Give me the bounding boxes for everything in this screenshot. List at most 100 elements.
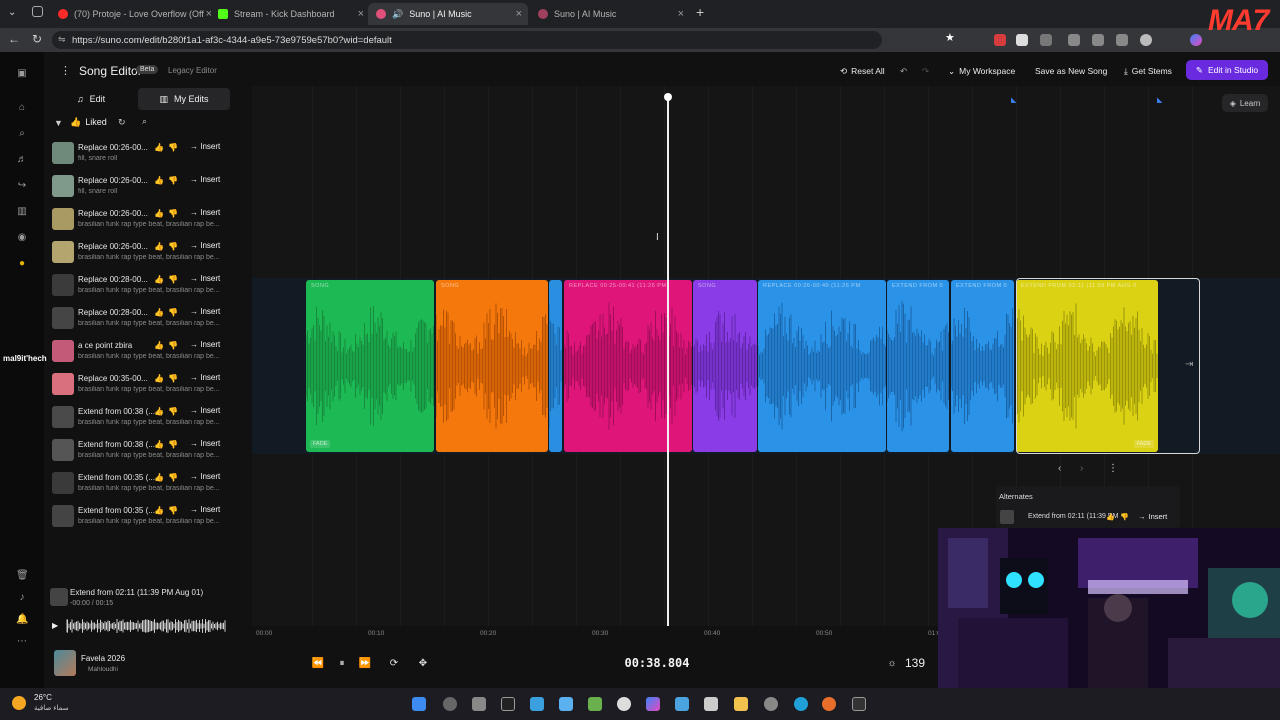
- save-as-new-song-button[interactable]: Save as New Song: [1035, 63, 1107, 79]
- rewind-icon[interactable]: ⏪: [310, 656, 326, 672]
- extend-arrow-icon[interactable]: ⇥: [1185, 359, 1193, 370]
- url-field[interactable]: ⇋ https://suno.com/edit/b280f1a1-af3c-43…: [52, 31, 882, 49]
- edit-row[interactable]: Replace 00:26-00... fill, snare roll 👍 👎 → I…: [50, 142, 228, 172]
- extension-icon[interactable]: [1016, 34, 1028, 46]
- selected-clip-outline[interactable]: ⇥: [1016, 278, 1200, 454]
- song-card[interactable]: Favela 2026 Mahloudhi: [44, 646, 232, 686]
- create-icon[interactable]: ♬: [16, 154, 28, 166]
- insert-button[interactable]: → Insert: [186, 174, 224, 185]
- thumbs-up-icon[interactable]: 👍: [154, 473, 164, 482]
- filter-icon[interactable]: ▼: [54, 118, 63, 128]
- task-view-icon[interactable]: [472, 697, 486, 711]
- reset-all-button[interactable]: ⟲ Reset All: [840, 63, 885, 79]
- audio-clip[interactable]: SONG: [693, 280, 757, 452]
- metronome-icon[interactable]: ☼: [884, 656, 900, 672]
- clip-options-icon[interactable]: ⋮: [1108, 463, 1118, 474]
- insert-button[interactable]: → Insert: [186, 339, 224, 350]
- redo-icon[interactable]: ↷: [922, 63, 929, 79]
- playhead[interactable]: [667, 96, 669, 626]
- thumbs-down-icon[interactable]: 👎: [168, 176, 178, 185]
- insert-button[interactable]: → Insert: [186, 273, 224, 284]
- alternate-insert-button[interactable]: → Insert: [1138, 512, 1167, 521]
- thumbs-up-icon[interactable]: 👍: [154, 143, 164, 152]
- edit-row[interactable]: Extend from 00:38 (... brasilian funk rap…: [50, 439, 228, 469]
- thumbs-up-icon[interactable]: 👍: [154, 506, 164, 515]
- start-icon[interactable]: [412, 697, 426, 711]
- new-tab-button[interactable]: +: [696, 4, 704, 20]
- extension-icon[interactable]: [994, 34, 1006, 46]
- edit-in-studio-button[interactable]: ✎ Edit in Studio: [1186, 60, 1268, 80]
- thumbs-up-icon[interactable]: 👍: [154, 374, 164, 383]
- app-icon[interactable]: [764, 697, 778, 711]
- thumbs-down-icon[interactable]: 👎: [168, 440, 178, 449]
- profile-avatar[interactable]: [1140, 34, 1152, 46]
- thumbs-up-icon[interactable]: 👍: [154, 275, 164, 284]
- prev-alternate-icon[interactable]: ‹: [1058, 463, 1061, 474]
- thumbs-up-icon[interactable]: 👍: [154, 440, 164, 449]
- insert-button[interactable]: → Insert: [186, 471, 224, 482]
- download-icon[interactable]: [1116, 34, 1128, 46]
- search-icon[interactable]: ⌕: [142, 116, 147, 127]
- tab-suno-active[interactable]: 🔊 Suno | AI Music ×: [368, 3, 528, 25]
- edit-row[interactable]: Replace 00:26-00... brasilian funk rap ty…: [50, 208, 228, 238]
- thumbs-down-icon[interactable]: 👎: [168, 407, 178, 416]
- audio-clip[interactable]: EXTEND FROM 0: [951, 280, 1014, 452]
- app-icon[interactable]: [588, 697, 602, 711]
- tab-youtube[interactable]: (70) Protoje - Love Overflow (Offic ×: [50, 3, 218, 25]
- trash-icon[interactable]: 🗑: [16, 570, 29, 582]
- insert-button[interactable]: → Insert: [186, 372, 224, 383]
- radio-icon[interactable]: ◉: [16, 232, 28, 244]
- close-icon[interactable]: ×: [358, 8, 364, 20]
- thumbs-down-icon[interactable]: 👎: [1120, 513, 1129, 521]
- snap-icon[interactable]: ✥: [415, 656, 431, 672]
- extension-icon[interactable]: [1040, 34, 1052, 46]
- more-icon[interactable]: ⋯: [16, 636, 28, 648]
- tab-menu-icon[interactable]: ⌄: [8, 7, 16, 18]
- audio-clip[interactable]: REPLACE 00:26-00:40 (11:26 PM: [758, 280, 886, 452]
- edge-icon[interactable]: [794, 697, 808, 711]
- file-explorer-icon[interactable]: [734, 697, 748, 711]
- pause-icon[interactable]: ⏸: [334, 656, 350, 672]
- thumbs-down-icon[interactable]: 👎: [168, 473, 178, 482]
- get-stems-button[interactable]: ⤓ Get Stems: [1124, 63, 1172, 79]
- app-icon[interactable]: [704, 697, 718, 711]
- extension-icon[interactable]: [1092, 34, 1104, 46]
- close-icon[interactable]: ×: [678, 8, 684, 20]
- app-icon[interactable]: [501, 697, 515, 711]
- edit-row[interactable]: Extend from 00:35 (... brasilian funk rap…: [50, 505, 228, 535]
- audio-clip[interactable]: SONG FADE: [306, 280, 434, 452]
- thumbs-up-icon[interactable]: 👍: [154, 308, 164, 317]
- site-info-icon[interactable]: ⇋: [58, 34, 66, 45]
- edit-row[interactable]: Extend from 00:35 (... brasilian funk rap…: [50, 472, 228, 502]
- edit-row[interactable]: Replace 00:28-00... brasilian funk rap ty…: [50, 274, 228, 304]
- insert-button[interactable]: → Insert: [186, 207, 224, 218]
- audio-clip[interactable]: REPLACE 00:25-00:41 (11:26 PM: [564, 280, 692, 452]
- credits-icon[interactable]: ●: [16, 258, 28, 270]
- edit-row[interactable]: Replace 00:28-00... brasilian funk rap ty…: [50, 307, 228, 337]
- search-icon[interactable]: [443, 697, 457, 711]
- firefox-icon[interactable]: [822, 697, 836, 711]
- app-icon[interactable]: [559, 697, 573, 711]
- thumbs-down-icon[interactable]: 👎: [168, 275, 178, 284]
- tab-suno[interactable]: Suno | AI Music ×: [530, 3, 690, 25]
- thumbs-up-icon[interactable]: 👍: [154, 242, 164, 251]
- thumbs-up-icon[interactable]: 👍: [154, 407, 164, 416]
- tab-my-edits[interactable]: ▥ My Edits: [138, 88, 230, 110]
- my-workspace-button[interactable]: ⌄ My Workspace: [948, 63, 1015, 79]
- home-icon[interactable]: ⌂: [16, 102, 28, 114]
- undo-icon[interactable]: ↶: [900, 63, 907, 79]
- refresh-icon[interactable]: ↻: [118, 117, 126, 128]
- weather-icon[interactable]: [12, 696, 26, 710]
- thumbs-up-icon[interactable]: 👍: [154, 341, 164, 350]
- mini-waveform[interactable]: [66, 619, 226, 633]
- thumbs-down-icon[interactable]: 👎: [168, 506, 178, 515]
- audio-clip[interactable]: EXTEND FROM 0: [887, 280, 949, 452]
- legacy-editor-link[interactable]: Legacy Editor: [168, 66, 217, 75]
- collapse-icon[interactable]: ▣: [16, 68, 28, 80]
- insert-button[interactable]: → Insert: [186, 438, 224, 449]
- back-icon[interactable]: ←: [8, 32, 20, 46]
- tab-edit[interactable]: ♫ Edit: [48, 88, 134, 110]
- edit-row[interactable]: Extend from 00:38 (... brasilian funk rap…: [50, 406, 228, 436]
- library-icon[interactable]: ▥: [16, 206, 28, 218]
- reload-icon[interactable]: ↻: [32, 32, 42, 46]
